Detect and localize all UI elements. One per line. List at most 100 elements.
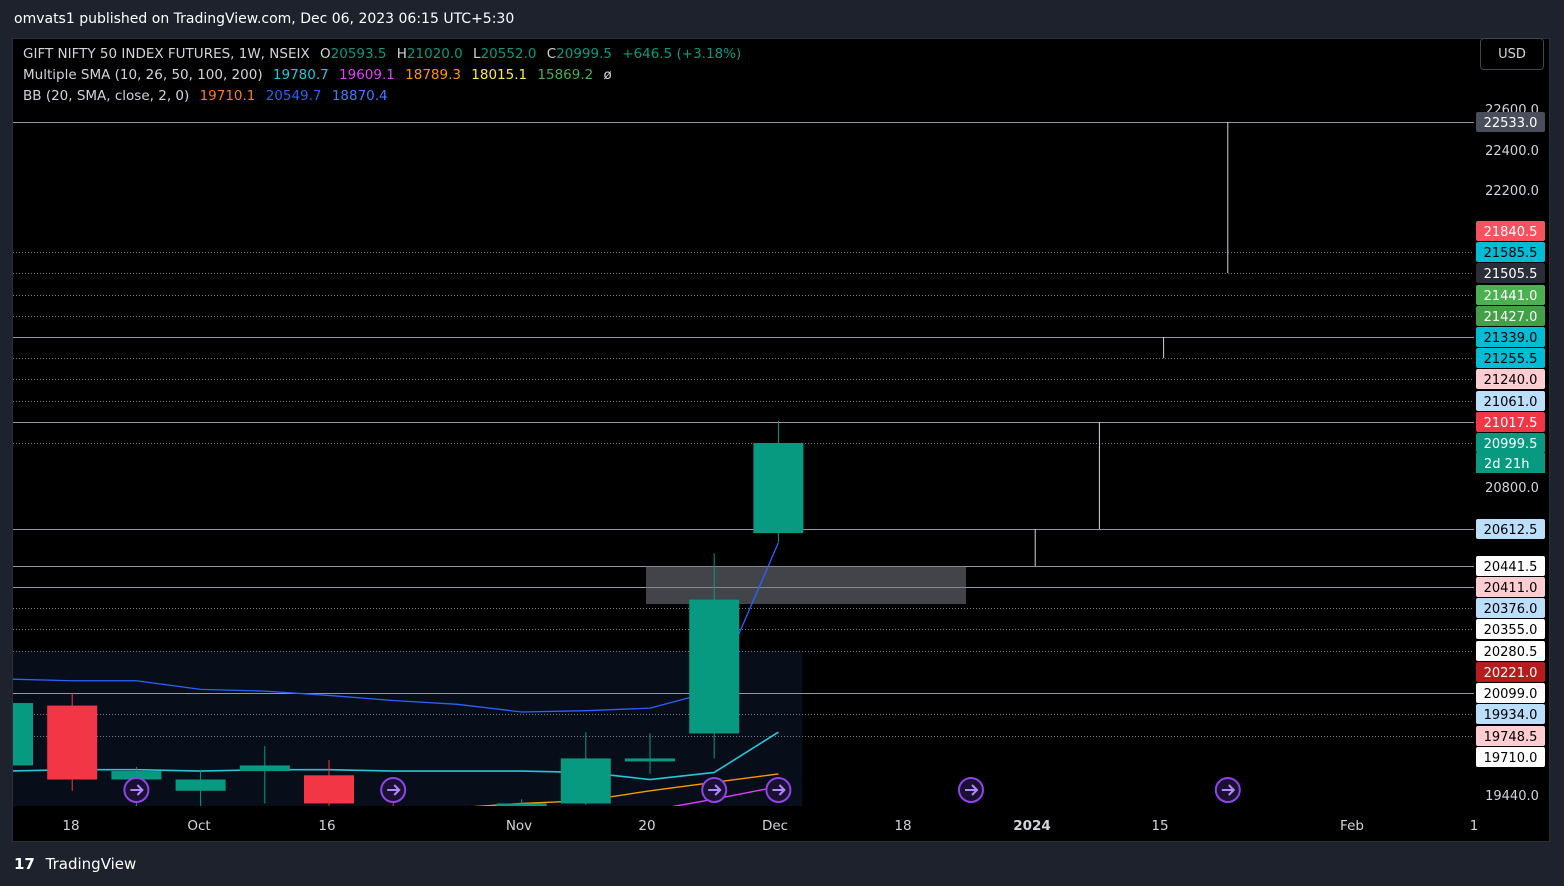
ohlc-open: O20593.5 (320, 46, 387, 62)
price-label-text: 21505.5 (1484, 267, 1538, 282)
price-label-text: 20612.5 (1484, 523, 1538, 538)
price-label-text: 21840.5 (1484, 225, 1538, 240)
price-label-text: 19934.0 (1484, 708, 1538, 723)
price-label-text: 21240.0 (1484, 373, 1538, 388)
price-label-text: 20441.5 (1484, 560, 1538, 575)
price-label-20099.0: 20099.0 (1476, 683, 1545, 703)
y-tick-label: 22400.0 (1485, 144, 1539, 159)
countdown-label: 2d 21h (1484, 457, 1529, 472)
x-tick-label: 2024 (1013, 818, 1051, 834)
price-label-text: 21585.5 (1484, 246, 1538, 261)
price-label-20612.5: 20612.5 (1476, 519, 1545, 539)
sma-suffix-icon: ø (603, 67, 612, 83)
x-tick-label: 20 (638, 818, 655, 834)
price-label-20441.5: 20441.5 (1476, 556, 1545, 576)
x-tick-label: 1 (1470, 818, 1479, 834)
bb-label: BB (20, SMA, close, 2, 0) (23, 88, 190, 104)
highlight-zone (646, 566, 966, 604)
candle-body (560, 758, 611, 804)
candle-body (496, 803, 547, 806)
x-tick-label: 18 (894, 818, 911, 834)
candle-body (432, 822, 482, 825)
price-label-21061.0: 21061.0 (1476, 391, 1545, 411)
x-tick-label: Dec (762, 818, 788, 834)
price-label-text: 19710.0 (1484, 751, 1538, 766)
price-label-text: 21339.0 (1484, 331, 1538, 346)
sma-value-100: 18015.1 (471, 67, 528, 83)
footer: 17 TradingView (0, 848, 1564, 886)
ohlc-high: H21020.0 (396, 46, 463, 62)
price-label-20221.0: 20221.0 (1476, 662, 1545, 682)
price-label-21427.0: 21427.0 (1476, 306, 1545, 326)
legend-bb-row[interactable]: BB (20, SMA, close, 2, 0) 19710.1 20549.… (23, 86, 747, 107)
price-label-text: 21017.5 (1484, 416, 1538, 431)
x-tick-label: 15 (1151, 818, 1168, 834)
currency-button[interactable]: USD (1480, 38, 1544, 70)
candle-body (304, 775, 354, 804)
price-label-20376.0: 20376.0 (1476, 598, 1545, 618)
price-label-21505.5: 21505.5 (1476, 263, 1545, 283)
price-label-19710.0: 19710.0 (1476, 747, 1545, 767)
price-label-text: 22533.0 (1484, 116, 1538, 131)
price-label-21255.5: 21255.5 (1476, 348, 1545, 368)
sma-value-26: 19609.1 (339, 67, 395, 83)
price-label-20355.0: 20355.0 (1476, 619, 1545, 639)
candle-body (689, 599, 740, 734)
price-label-text: 21427.0 (1484, 310, 1538, 325)
x-tick-label: 18 (62, 818, 79, 834)
sma-label: Multiple SMA (10, 26, 50, 100, 200) (23, 67, 263, 83)
price-label-text: 20280.5 (1484, 645, 1538, 660)
price-label-21017.5: 21017.5 (1476, 412, 1545, 432)
candle-body (13, 703, 33, 766)
y-tick-label: 20800.0 (1485, 481, 1539, 496)
ohlc-change: +646.5 (+3.18%) (622, 46, 742, 62)
x-tick-label: 16 (318, 818, 335, 834)
x-tick-label: Feb (1340, 818, 1364, 834)
candle-body (753, 443, 804, 534)
price-label-20280.5: 20280.5 (1476, 641, 1545, 661)
bb-basis: 19710.1 (199, 88, 256, 104)
price-label-20411.0: 20411.0 (1476, 577, 1545, 597)
price-label-text: 20411.0 (1484, 581, 1538, 596)
candle-body (47, 705, 98, 780)
price-label-20999.5: 20999.5 (1476, 433, 1545, 453)
candle-body (368, 812, 418, 822)
price-chart[interactable]: 22600.022400.022200.020800.019440.022533… (0, 0, 1564, 886)
sma-value-200: 15869.2 (537, 67, 594, 83)
price-label-19934.0: 19934.0 (1476, 704, 1545, 724)
y-tick-label: 19440.0 (1485, 789, 1539, 804)
price-label-text: 19748.5 (1484, 730, 1538, 745)
price-label-text: 21441.0 (1484, 289, 1538, 304)
x-tick-label: Nov (506, 818, 532, 834)
price-label-text: 21255.5 (1484, 352, 1538, 367)
legend-symbol-row: GIFT NIFTY 50 INDEX FUTURES, 1W, NSEIX O… (23, 44, 747, 65)
price-label-19748.5: 19748.5 (1476, 726, 1545, 746)
price-label-text: 20221.0 (1484, 666, 1538, 681)
bb-lower: 18870.4 (331, 88, 388, 104)
plot-area[interactable] (0, 122, 1476, 829)
y-tick-label: 22200.0 (1485, 184, 1539, 199)
price-label-text: 20376.0 (1484, 602, 1538, 617)
chart-legend: GIFT NIFTY 50 INDEX FUTURES, 1W, NSEIX O… (23, 44, 747, 107)
sma-value-10: 19780.7 (272, 67, 329, 83)
tradingview-logo-icon: 17 (14, 855, 35, 873)
price-label-22533.0: 22533.0 (1476, 112, 1545, 132)
bb-upper: 20549.7 (265, 88, 322, 104)
ohlc-close: C20999.5 (546, 46, 612, 62)
brand-name[interactable]: TradingView (46, 855, 137, 873)
sma-value-50: 18789.3 (405, 67, 461, 83)
candle-body (239, 765, 290, 772)
x-tick-label: Oct (187, 818, 210, 834)
candle-body (625, 758, 675, 762)
price-label-text: 20999.5 (1484, 437, 1538, 452)
price-label-21840.5: 21840.5 (1476, 221, 1545, 241)
candle-body (175, 779, 226, 791)
ohlc-low: L20552.0 (473, 46, 537, 62)
price-label-text: 20355.0 (1484, 623, 1538, 638)
price-label-21240.0: 21240.0 (1476, 369, 1545, 389)
legend-sma-row[interactable]: Multiple SMA (10, 26, 50, 100, 200) 1978… (23, 65, 747, 86)
price-label-text: 20099.0 (1484, 687, 1538, 702)
price-label-21339.0: 21339.0 (1476, 327, 1545, 347)
price-label-21441.0: 21441.0 (1476, 285, 1545, 305)
price-label-21585.5: 21585.5 (1476, 242, 1545, 262)
